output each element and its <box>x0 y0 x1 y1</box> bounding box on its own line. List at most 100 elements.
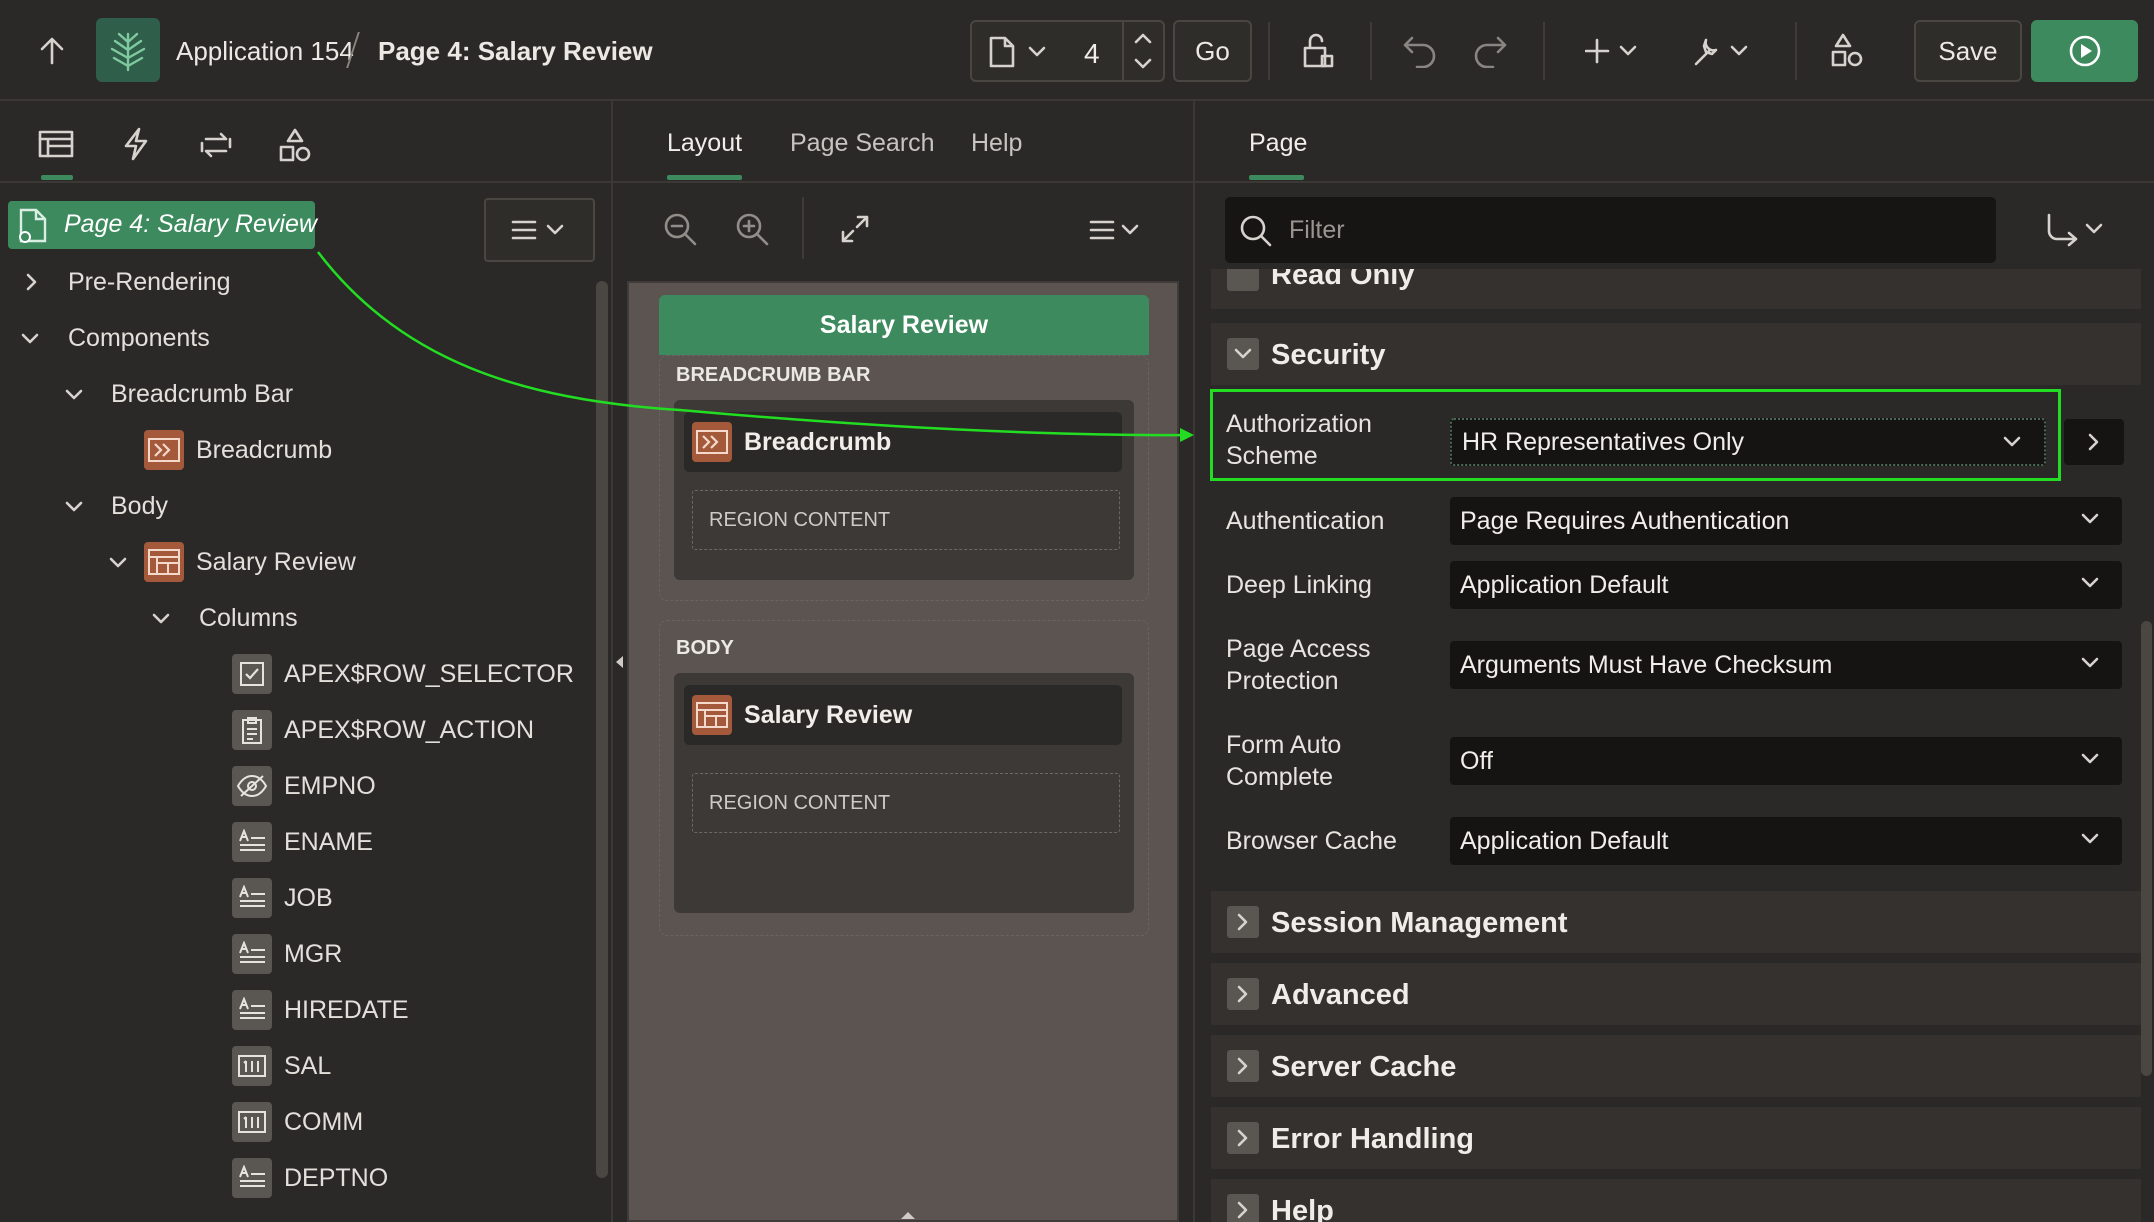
layout-canvas[interactable]: Salary Review BREADCRUMB BAR Breadcrumb … <box>627 281 1179 1222</box>
tree-item-column[interactable]: EMPNO <box>284 766 376 806</box>
tree-item-column[interactable]: DEPTNO <box>284 1158 388 1198</box>
tree-item-column[interactable]: APEX$ROW_ACTION <box>284 710 534 750</box>
chevron-down-icon <box>2081 513 2099 524</box>
layout-menu-button[interactable] <box>1089 217 1147 243</box>
chevron-down-icon[interactable] <box>20 329 40 349</box>
stepper-up-icon[interactable] <box>1134 32 1152 44</box>
page-node-selected[interactable]: Page 4: Salary Review <box>8 201 317 249</box>
tree-item-breadcrumb[interactable]: Breadcrumb <box>196 430 332 470</box>
run-page-button[interactable] <box>2031 20 2138 82</box>
chevron-down-icon <box>2081 753 2099 764</box>
property-label: Deep Linking <box>1226 571 1372 599</box>
tree-label: Pre-Rendering <box>68 267 231 296</box>
shared-components-tab-icon[interactable] <box>278 127 312 163</box>
property-label: Browser Cache <box>1226 827 1397 855</box>
section-read-only[interactable]: Read Only <box>1211 269 2141 309</box>
chevron-down-icon[interactable] <box>64 497 84 517</box>
rendering-tab-icon[interactable] <box>38 129 74 159</box>
page-number-input[interactable]: 4 <box>1084 38 1100 70</box>
chevron-down-icon[interactable] <box>108 553 128 573</box>
region-content-placeholder: REGION CONTENT <box>692 490 1120 550</box>
chevron-down-icon[interactable] <box>64 385 84 405</box>
create-menu-button[interactable] <box>1585 36 1641 66</box>
page-icon <box>18 208 50 244</box>
authentication-select[interactable]: Page Requires Authentication <box>1450 497 2122 545</box>
redo-icon[interactable] <box>1472 34 1508 68</box>
zoom-out-icon[interactable] <box>662 211 698 247</box>
tree-menu-button[interactable] <box>484 198 595 262</box>
tree-item-column[interactable]: ENAME <box>284 822 373 862</box>
tree-scrollbar[interactable] <box>596 281 608 1178</box>
tree-item-components[interactable]: Components <box>68 318 210 358</box>
tab-help[interactable]: Help <box>971 129 1022 158</box>
interactive-grid-icon <box>692 695 732 735</box>
form-auto-complete-select[interactable]: Off <box>1450 737 2122 785</box>
utilities-menu-button[interactable] <box>1692 34 1752 68</box>
tree-item-pre-rendering[interactable]: Pre-Rendering <box>68 262 231 302</box>
toolbar-divider <box>1795 22 1797 80</box>
tree-item-column[interactable]: COMM <box>284 1102 363 1142</box>
go-to-scheme-button[interactable] <box>2064 419 2124 465</box>
save-button[interactable]: Save <box>1914 20 2022 82</box>
filter-field[interactable]: Filter <box>1225 197 1996 263</box>
section-security[interactable]: Security <box>1211 323 2141 385</box>
tree-item-column[interactable]: APEX$ROW_SELECTOR <box>284 654 574 694</box>
page-header-bar[interactable]: Salary Review <box>659 295 1149 355</box>
app-name[interactable]: Application 154 <box>176 36 354 67</box>
tab-page-search[interactable]: Page Search <box>790 129 935 158</box>
browser-cache-select[interactable]: Application Default <box>1450 817 2122 865</box>
dynamic-actions-tab-icon[interactable] <box>122 127 150 161</box>
chevron-right-icon <box>2088 433 2099 451</box>
stepper-down-icon[interactable] <box>1134 58 1152 70</box>
section-help[interactable]: Help <box>1211 1179 2141 1222</box>
select-value: Arguments Must Have Checksum <box>1460 650 1833 679</box>
active-tab-underline <box>1249 175 1304 180</box>
region-title: Breadcrumb <box>744 428 892 456</box>
tree-item-salary-review[interactable]: Salary Review <box>196 542 356 582</box>
collapse-left-icon[interactable] <box>613 654 627 670</box>
tab-page[interactable]: Page <box>1249 129 1307 158</box>
breadcrumb-region-card[interactable]: Breadcrumb REGION CONTENT <box>674 400 1134 580</box>
stepper-divider <box>1122 22 1124 80</box>
authorization-scheme-select[interactable]: HR Representatives Only <box>1450 418 2046 466</box>
section-session-management[interactable]: Session Management <box>1211 891 2141 953</box>
section-advanced[interactable]: Advanced <box>1211 963 2141 1025</box>
expand-icon[interactable] <box>839 213 871 245</box>
tree-item-breadcrumb-bar[interactable]: Breadcrumb Bar <box>111 374 293 414</box>
processing-tab-icon[interactable] <box>198 129 234 161</box>
tree-item-column[interactable]: SAL <box>284 1046 331 1086</box>
section-server-cache[interactable]: Server Cache <box>1211 1035 2141 1097</box>
breadcrumb-bar-position[interactable]: BREADCRUMB BAR Breadcrumb REGION CONTENT <box>659 355 1149 601</box>
chevron-down-icon[interactable] <box>151 609 171 629</box>
tree-label: Components <box>68 323 210 352</box>
go-button[interactable]: Go <box>1173 20 1252 82</box>
text-column-icon <box>232 934 272 974</box>
go-to-group-button[interactable] <box>2045 213 2107 247</box>
collapse-bottom-icon[interactable] <box>899 1209 917 1221</box>
tree-item-body[interactable]: Body <box>111 486 168 526</box>
tree-item-column[interactable]: JOB <box>284 878 333 918</box>
shared-components-icon[interactable] <box>1830 32 1864 68</box>
page-selector[interactable]: 4 <box>970 20 1165 82</box>
salary-region-card[interactable]: Salary Review REGION CONTENT <box>674 673 1134 913</box>
tab-layout[interactable]: Layout <box>667 129 742 158</box>
tree-item-column[interactable]: HIREDATE <box>284 990 409 1030</box>
tree-item-columns[interactable]: Columns <box>199 598 298 638</box>
unlock-icon[interactable] <box>1300 32 1334 68</box>
up-arrow-icon[interactable] <box>38 36 66 66</box>
deep-linking-select[interactable]: Application Default <box>1450 561 2122 609</box>
section-error-handling[interactable]: Error Handling <box>1211 1107 2141 1169</box>
select-value: Application Default <box>1460 570 1669 599</box>
page-access-protection-select[interactable]: Arguments Must Have Checksum <box>1450 641 2122 689</box>
tree-item-column[interactable]: MGR <box>284 934 342 974</box>
properties-scrollbar[interactable] <box>2141 621 2152 1076</box>
breadcrumb-region-header[interactable]: Breadcrumb <box>684 412 1122 472</box>
body-position[interactable]: BODY Salary Review REGION CONTENT <box>659 620 1149 936</box>
breadcrumb-region-icon <box>144 430 184 470</box>
zoom-in-icon[interactable] <box>734 211 770 247</box>
position-label: BREADCRUMB BAR <box>676 364 871 386</box>
undo-icon[interactable] <box>1402 34 1438 68</box>
app-logo-icon[interactable] <box>96 18 160 82</box>
salary-region-header[interactable]: Salary Review <box>684 685 1122 745</box>
chevron-right-icon[interactable] <box>22 272 42 292</box>
